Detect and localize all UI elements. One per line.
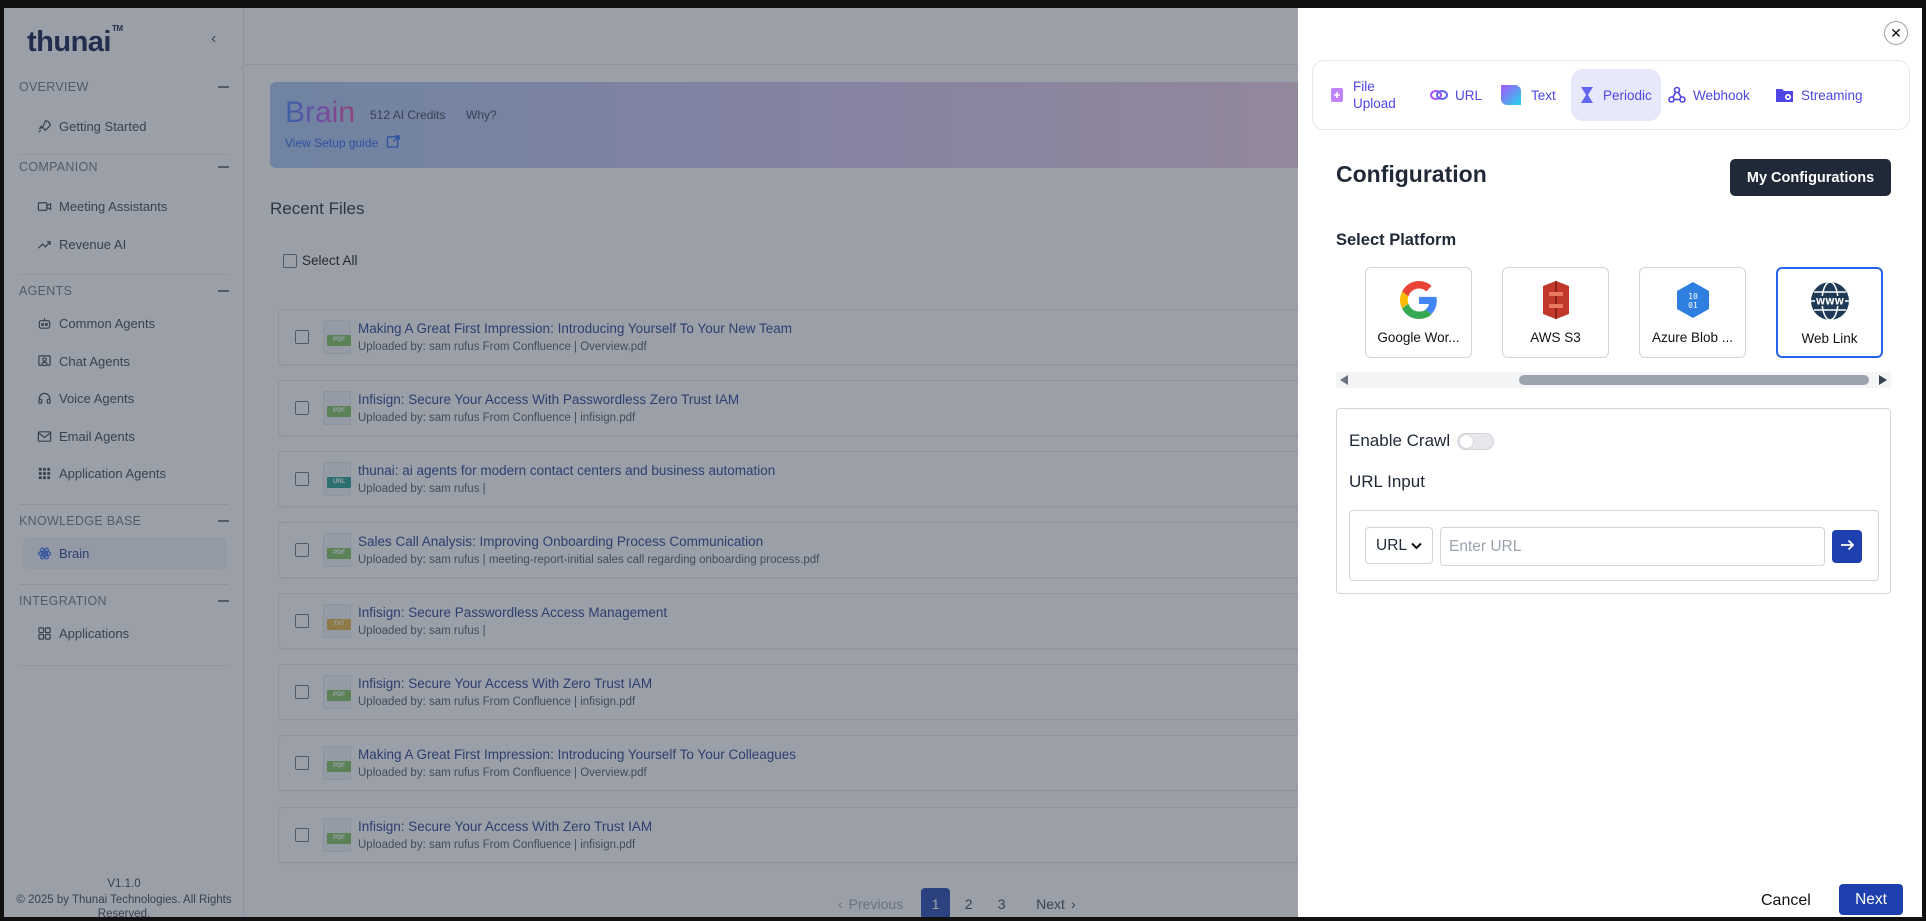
source-tabs: File Upload URL Text Periodic Webhook St… <box>1312 60 1910 130</box>
source-config-drawer: ✕ File Upload URL Text Periodic Webhook <box>1298 8 1922 917</box>
scrollbar-thumb[interactable] <box>1519 375 1869 385</box>
google-icon <box>1397 278 1441 322</box>
web-link-config-box: Enable Crawl URL Input URL Enter URL <box>1336 408 1891 594</box>
modal-backdrop[interactable] <box>4 8 1298 917</box>
platform-google-workspace[interactable]: Google Wor... <box>1365 267 1472 358</box>
platform-label: AWS S3 <box>1530 330 1581 345</box>
tab-label: URL <box>1455 87 1483 103</box>
cancel-button[interactable]: Cancel <box>1761 892 1811 910</box>
aws-s3-icon <box>1534 278 1578 322</box>
close-icon[interactable]: ✕ <box>1884 21 1908 45</box>
enable-crawl-row: Enable Crawl <box>1349 431 1495 451</box>
url-input-row: URL Enter URL <box>1349 510 1879 581</box>
tab-label: File Upload <box>1353 79 1396 111</box>
add-url-button[interactable] <box>1832 530 1862 563</box>
platform-azure-blob[interactable]: 10 01 Azure Blob ... <box>1639 267 1746 358</box>
app-window: thunaiTM ‹ OVERVIEW Getting Started COMP… <box>0 0 1926 921</box>
tab-label: Webhook <box>1693 87 1750 103</box>
chevron-down-icon <box>1411 537 1422 555</box>
platform-label: Web Link <box>1801 331 1858 346</box>
tab-label: Streaming <box>1801 87 1863 103</box>
my-configurations-button[interactable]: My Configurations <box>1730 159 1891 196</box>
text-icon <box>1497 81 1525 109</box>
next-button[interactable]: Next <box>1839 884 1903 915</box>
tab-text[interactable]: Text <box>1491 69 1571 121</box>
url-input-label: URL Input <box>1349 472 1425 491</box>
platform-scrollbar[interactable] <box>1336 372 1891 388</box>
tab-webhook[interactable]: Webhook <box>1661 69 1769 121</box>
webhook-icon <box>1667 85 1687 105</box>
enable-crawl-label: Enable Crawl <box>1349 431 1451 450</box>
url-type-value: URL <box>1376 536 1408 554</box>
url-icon <box>1429 85 1449 105</box>
hourglass-icon <box>1577 85 1597 105</box>
enable-crawl-toggle[interactable] <box>1457 432 1495 450</box>
tab-file-upload[interactable]: File Upload <box>1321 69 1423 121</box>
platform-list: Google Wor... AWS S3 10 01 Azure Blob ...… <box>1365 267 1883 358</box>
configuration-title: Configuration <box>1336 161 1487 187</box>
platform-web-link[interactable]: WWW Web Link <box>1776 267 1883 358</box>
azure-blob-icon: 10 01 <box>1671 278 1715 322</box>
url-type-select[interactable]: URL <box>1365 527 1433 564</box>
svg-text:01: 01 <box>1688 301 1698 310</box>
url-input[interactable]: Enter URL <box>1440 527 1825 566</box>
platform-label: Azure Blob ... <box>1651 330 1734 345</box>
svg-text:WWW: WWW <box>1815 298 1844 308</box>
scroll-left-arrow-icon[interactable] <box>1340 375 1348 385</box>
arrow-right-icon <box>1840 538 1855 556</box>
tab-url[interactable]: URL <box>1423 69 1491 121</box>
platform-label: Google Wor... <box>1377 330 1460 345</box>
file-upload-icon <box>1327 85 1347 105</box>
tab-streaming[interactable]: Streaming <box>1769 69 1873 121</box>
tab-periodic[interactable]: Periodic <box>1571 69 1661 121</box>
platform-aws-s3[interactable]: AWS S3 <box>1502 267 1609 358</box>
web-link-icon: WWW <box>1808 279 1852 323</box>
streaming-icon <box>1775 85 1795 105</box>
tab-label: Text <box>1531 87 1556 103</box>
tab-label: Periodic <box>1603 87 1652 103</box>
scroll-right-arrow-icon[interactable] <box>1879 375 1887 385</box>
select-platform-label: Select Platform <box>1336 231 1457 249</box>
svg-text:10: 10 <box>1688 292 1698 301</box>
